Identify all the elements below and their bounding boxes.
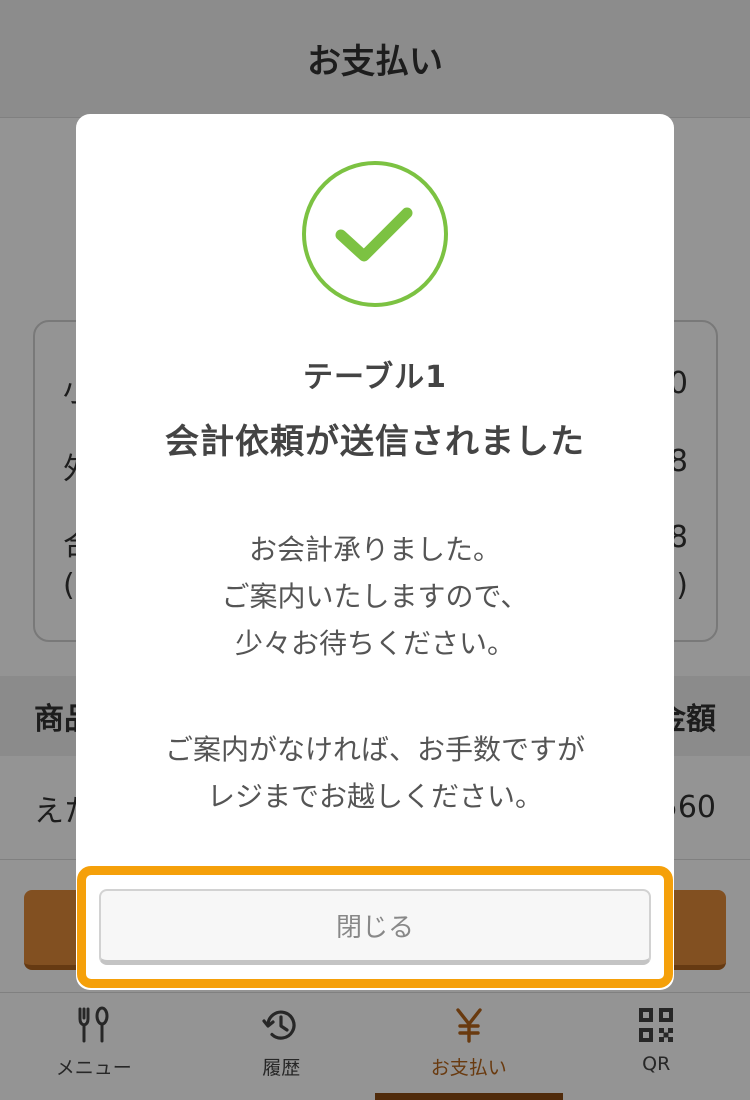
dialog-table-name: テーブル1: [302, 360, 448, 395]
dialog-message-line: ご案内がなければ、お手数ですが: [164, 733, 585, 766]
check-circle-icon: [302, 161, 448, 307]
dialog-message-line: お会計承りました。: [248, 533, 501, 566]
dialog-message-secondary: ご案内がなければ、お手数ですが レジまでお越しください。: [76, 726, 674, 820]
dialog-message-line: ご案内いたしますので、: [221, 580, 529, 613]
close-button-highlight: 閉じる: [77, 866, 673, 988]
dialog-message: お会計承りました。 ご案内いたしますので、 少々お待ちください。: [76, 526, 674, 667]
dialog-message-line: 少々お待ちください。: [234, 627, 515, 660]
dialog-title: 会計依頼が送信されました: [165, 422, 585, 462]
payment-request-dialog: テーブル1 会計依頼が送信されました お会計承りました。 ご案内いたしますので、…: [76, 114, 674, 990]
close-button[interactable]: 閉じる: [99, 889, 651, 965]
dialog-message-line: レジまでお越しください。: [206, 780, 543, 813]
